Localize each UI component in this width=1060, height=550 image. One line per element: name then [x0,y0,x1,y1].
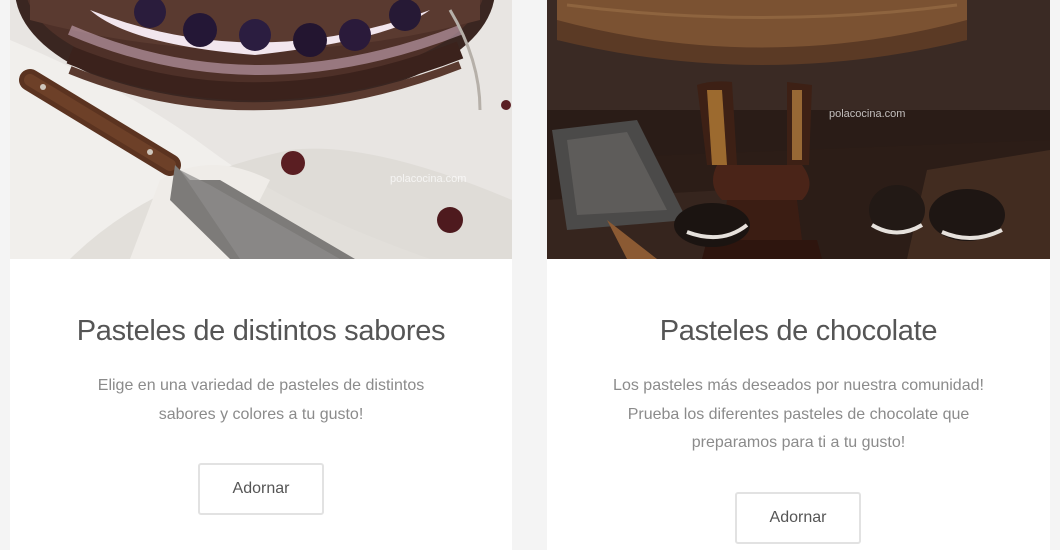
product-card-chocolate: polacocina.com Pasteles de chocolate Los… [547,0,1050,550]
watermark-text: polacocina.com [390,173,466,185]
card-description: Los pasteles más deseados por nuestra co… [613,377,984,451]
watermark-text: polacocina.com [829,108,905,120]
product-card-flavors: polacocina.com Pasteles de distintos sab… [10,0,512,550]
adornar-button[interactable]: Adornar [198,463,324,515]
card-title: Pasteles de distintos sabores [76,315,446,347]
card-title: Pasteles de chocolate [659,315,938,347]
card-description: Elige en una variedad de pasteles de dis… [97,377,425,423]
cake-photo: polacocina.com [547,0,1050,259]
cake-photo: polacocina.com [10,0,512,259]
adornar-button[interactable]: Adornar [735,492,861,544]
